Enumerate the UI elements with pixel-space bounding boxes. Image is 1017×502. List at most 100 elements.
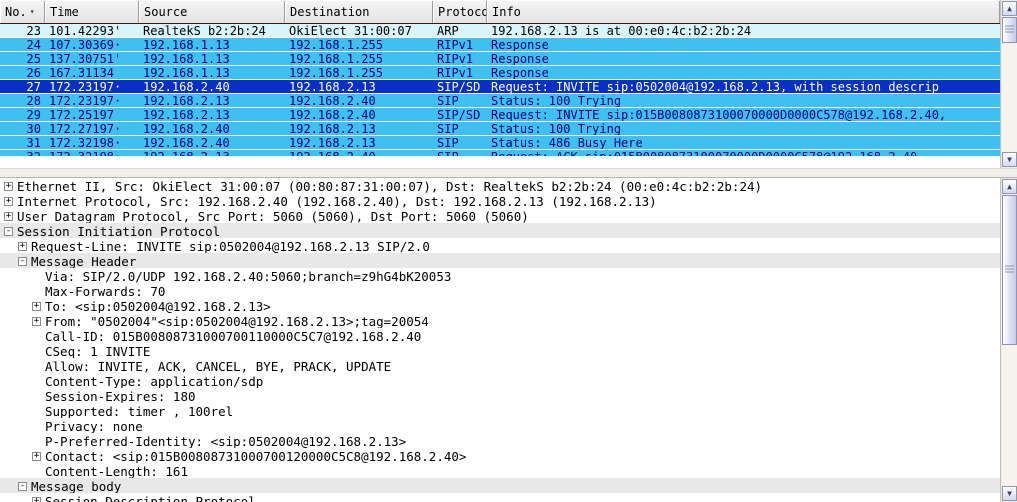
packet-cell-source: 192.168.2.13	[143, 94, 230, 107]
packet-list-row[interactable]: 32172.32198·192.168.2.13192.168.2.40SIPR…	[0, 150, 1000, 156]
detail-tree-row[interactable]: + Session Description Protocol	[0, 493, 1000, 502]
expand-icon[interactable]: +	[4, 182, 13, 191]
sort-descending-icon: ▾	[29, 7, 35, 16]
wireshark-window: No. ▾ Time Source Destination Protocol Info 2…	[0, 0, 1017, 502]
packet-list-pane: No. ▾ Time Source Destination Protocol Info 2…	[0, 0, 1017, 168]
column-header-no[interactable]: No. ▾	[0, 1, 45, 23]
packet-cell-info: Response	[491, 52, 549, 65]
packet-list-rows[interactable]: 23 101.42293' RealtekS_b2:2b:24 OkiElect_31…	[0, 24, 1000, 156]
packet-cell-protocol: ARP	[437, 24, 459, 37]
packet-cell-dest: 192.168.2.13	[289, 136, 376, 149]
detail-tree-label: Max-Forwards: 70	[45, 284, 166, 299]
scroll-thumb-grip	[1005, 265, 1014, 275]
packet-cell-no: 32	[0, 150, 45, 156]
scroll-up-icon[interactable]: ▲	[1002, 179, 1017, 194]
detail-tree-label: Contact: <sip:015B00808731000700120000C5…	[45, 449, 467, 464]
collapse-icon[interactable]: -	[4, 227, 13, 236]
scroll-thumb[interactable]	[1002, 17, 1017, 43]
packet-cell-protocol: SIP	[433, 150, 487, 156]
packet-list-row[interactable]: 24 107.30369· 192.168.1.13 192.168.1.255 RIP…	[0, 38, 1000, 52]
column-header-info[interactable]: Info	[487, 1, 1000, 23]
detail-tree-label: To: <sip:0502004@192.168.2.13>	[45, 299, 271, 314]
detail-tree-row[interactable]: Privacy: none	[0, 418, 1000, 434]
detail-tree-row[interactable]: + Contact: <sip:015B00808731000700120000C…	[0, 448, 1000, 464]
detail-tree-label: Internet Protocol, Src: 192.168.2.40 (19…	[17, 194, 657, 209]
packet-cell-dest: 192.168.2.40	[289, 108, 376, 121]
detail-tree-row[interactable]: - Message Header	[0, 253, 1000, 269]
detail-tree-row[interactable]: P-Preferred-Identity: <sip:0502004@192.1…	[0, 433, 1000, 449]
packet-cell-dest: 192.168.2.40	[289, 94, 376, 107]
packet-cell-source: RealtekS_b2:2b:24	[143, 24, 266, 37]
packet-list-row[interactable]: 29 172.25197 192.168.2.13 192.168.2.40 SIP/S…	[0, 108, 1000, 122]
pane-divider[interactable]	[0, 168, 1017, 178]
expand-icon[interactable]: +	[32, 302, 41, 311]
detail-tree-row[interactable]: + Request-Line: INVITE sip:0502004@192.16…	[0, 238, 1000, 254]
column-header-source[interactable]: Source	[139, 1, 285, 23]
detail-tree-row[interactable]: Supported: timer , 100rel	[0, 403, 1000, 419]
packet-cell-time: 101.42293'	[49, 24, 122, 37]
packet-detail-tree[interactable]: + Ethernet II, Src: OkiElect_31:00:07 (00…	[0, 178, 1000, 502]
expand-icon[interactable]: +	[32, 497, 41, 502]
scroll-down-icon[interactable]: ▼	[1002, 152, 1017, 167]
detail-tree-row[interactable]: + From: "0502004"<sip:0502004@192.168.2.1…	[0, 313, 1000, 329]
packet-cell-no: 30	[26, 122, 41, 135]
packet-list-row[interactable]: 28 172.23197· 192.168.2.13 192.168.2.40 SIP S…	[0, 94, 1000, 108]
packet-cell-protocol: SIP/SD	[437, 108, 481, 121]
column-header-time[interactable]: Time	[45, 1, 139, 23]
column-header-dest[interactable]: Destination	[285, 1, 433, 23]
packet-cell-info: 192.168.2.13 is at 00:e0:4c:b2:2b:24	[491, 24, 752, 37]
packet-cell-no: 23	[26, 24, 41, 37]
packet-list-row[interactable]: 25 137.30751' 192.168.1.13 192.168.1.255 RIP…	[0, 52, 1000, 66]
collapse-icon[interactable]: -	[18, 257, 27, 266]
expand-icon[interactable]: +	[4, 197, 13, 206]
detail-tree-row[interactable]: + Ethernet II, Src: OkiElect_31:00:07 (00…	[0, 178, 1000, 194]
scroll-up-icon[interactable]: ▲	[1002, 1, 1017, 16]
packet-list-row[interactable]: 31 172.32198· 192.168.2.40 192.168.2.13 SIP S…	[0, 136, 1000, 150]
packet-cell-protocol: SIP/SD	[437, 80, 481, 93]
packet-cell-source: 192.168.2.13	[139, 150, 285, 156]
packet-detail-vertical-scrollbar[interactable]: ▲ ▼	[1000, 178, 1017, 502]
packet-cell-no: 29	[26, 108, 41, 121]
detail-tree-row[interactable]: Content-Length: 161	[0, 463, 1000, 479]
packet-list-row[interactable]: 27 172.23197· 192.168.2.40 192.168.2.13 SIP/…	[0, 80, 1000, 94]
detail-tree-label: Privacy: none	[45, 419, 143, 434]
scroll-thumb[interactable]	[1002, 195, 1017, 345]
expand-icon[interactable]: +	[18, 242, 27, 251]
scroll-down-icon[interactable]: ▼	[1002, 486, 1017, 501]
detail-tree-row[interactable]: - Session Initiation Protocol	[0, 223, 1000, 239]
detail-tree-row[interactable]: + To: <sip:0502004@192.168.2.13>	[0, 298, 1000, 314]
packet-list-row[interactable]: 30 172.27197· 192.168.2.40 192.168.2.13 SIP S…	[0, 122, 1000, 136]
expand-icon[interactable]: +	[32, 317, 41, 326]
detail-tree-row[interactable]: Via: SIP/2.0/UDP 192.168.2.40:5060;branc…	[0, 268, 1000, 284]
packet-list-row[interactable]: 23 101.42293' RealtekS_b2:2b:24 OkiElect_31…	[0, 24, 1000, 38]
collapse-icon[interactable]: -	[18, 482, 27, 491]
detail-tree-row[interactable]: Call-ID: 015B00808731000700110000C5C7@19…	[0, 328, 1000, 344]
packet-cell-info: Request: INVITE sip:0502004@192.168.2.13…	[491, 80, 939, 93]
detail-tree-row[interactable]: - Message body	[0, 478, 1000, 494]
detail-tree-label: Session Description Protocol	[45, 494, 256, 502]
detail-tree-label: CSeq: 1 INVITE	[45, 344, 151, 359]
detail-tree-row[interactable]: CSeq: 1 INVITE	[0, 343, 1000, 359]
expand-icon[interactable]: +	[32, 452, 41, 461]
packet-cell-dest: 192.168.2.13	[289, 80, 376, 93]
expand-icon[interactable]: +	[4, 212, 13, 221]
packet-list-row[interactable]: 26 167.31134 192.168.1.13 192.168.1.255 RIPv…	[0, 66, 1000, 80]
packet-cell-info: Request: ACK sip:015B0080873100070000D00…	[487, 150, 1000, 156]
scroll-down-glyph: ▼	[1007, 489, 1012, 498]
column-header-label: Destination	[290, 5, 370, 19]
detail-tree-row[interactable]: Content-Type: application/sdp	[0, 373, 1000, 389]
detail-tree-row[interactable]: + Internet Protocol, Src: 192.168.2.40 (1…	[0, 193, 1000, 209]
detail-tree-row[interactable]: + User Datagram Protocol, Src Port: 5060 …	[0, 208, 1000, 224]
detail-tree-label: Via: SIP/2.0/UDP 192.168.2.40:5060;branc…	[45, 269, 452, 284]
detail-tree-label: Content-Type: application/sdp	[45, 374, 264, 389]
packet-list-vertical-scrollbar[interactable]: ▲ ▼	[1000, 0, 1017, 168]
packet-cell-dest: OkiElect_31:00:07	[289, 24, 412, 37]
detail-tree-row[interactable]: Max-Forwards: 70	[0, 283, 1000, 299]
detail-tree-row[interactable]: Allow: INVITE, ACK, CANCEL, BYE, PRACK, …	[0, 358, 1000, 374]
column-header-protocol[interactable]: Protocol	[433, 1, 487, 23]
packet-cell-dest: 192.168.1.255	[289, 38, 383, 51]
packet-list-column-headers: No. ▾ Time Source Destination Protocol Info	[0, 0, 1017, 24]
detail-tree-row[interactable]: Session-Expires: 180	[0, 388, 1000, 404]
